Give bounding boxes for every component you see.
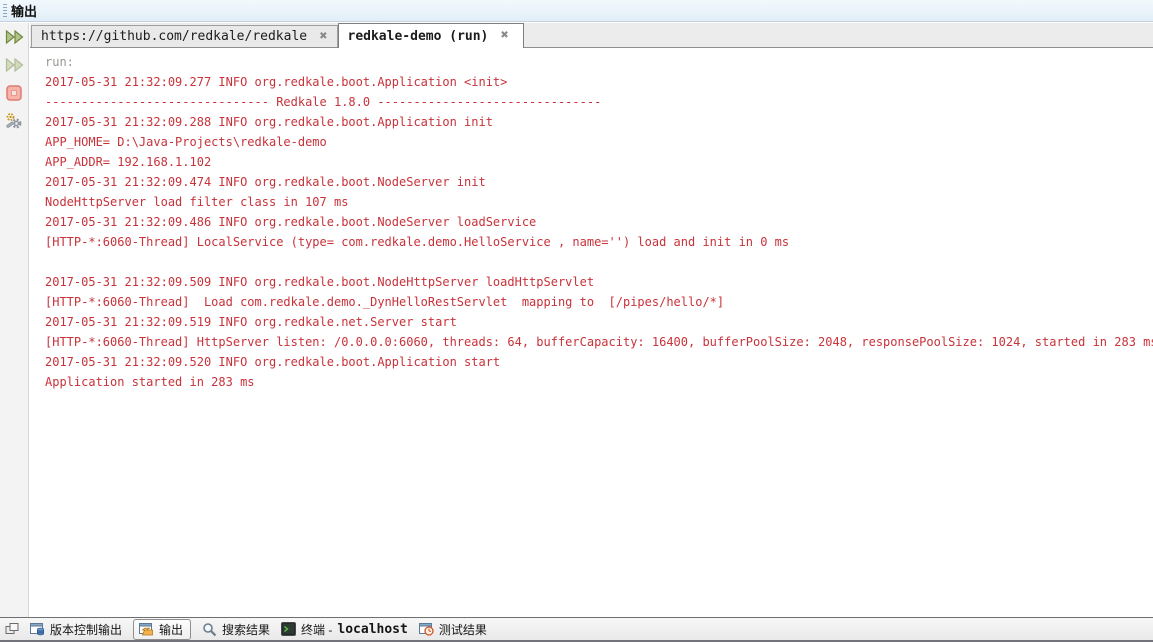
console-line (45, 252, 1153, 272)
console-line: APP_HOME= D:\Java-Projects\redkale-demo (45, 132, 1153, 152)
rerun-secondary-icon (5, 58, 24, 72)
view-test-results[interactable]: 测试结果 (419, 621, 487, 638)
console-line: NodeHttpServer load filter class in 107 … (45, 192, 1153, 212)
console-line: 2017-05-31 21:32:09.509 INFO org.redkale… (45, 272, 1153, 292)
console-line: 2017-05-31 21:32:09.520 INFO org.redkale… (45, 352, 1153, 372)
rerun-secondary-button[interactable] (3, 54, 25, 75)
view-label: 终端 - (301, 621, 332, 638)
rerun-icon (5, 30, 24, 44)
console-line: [HTTP-*:6060-Thread] LocalService (type=… (45, 232, 1153, 252)
bottom-view-bar: 版本控制输出 输出 搜索结果 (0, 617, 1153, 642)
tab-github-url[interactable]: https://github.com/redkale/redkale ✖ (31, 25, 338, 47)
rerun-button[interactable] (3, 26, 25, 47)
view-terminal-localhost[interactable]: 终端 - localhost (281, 621, 408, 638)
tab-row: https://github.com/redkale/redkale ✖ red… (30, 23, 1153, 48)
build-settings-icon (5, 112, 23, 130)
view-label: 搜索结果 (222, 621, 270, 638)
tab-label: redkale-demo (run) (348, 29, 489, 44)
console-line: ------------------------------- Redkale … (45, 92, 1153, 112)
view-output[interactable]: 输出 (133, 619, 191, 640)
console-line: 2017-05-31 21:32:09.486 INFO org.redkale… (45, 212, 1153, 232)
panel-title: 输出 (11, 1, 37, 20)
tab-area: https://github.com/redkale/redkale ✖ red… (30, 23, 1153, 617)
console: run:2017-05-31 21:32:09.277 INFO org.red… (30, 49, 1153, 617)
view-search-results[interactable]: 搜索结果 (202, 621, 270, 638)
view-label: 版本控制输出 (50, 621, 122, 638)
console-line: 2017-05-31 21:32:09.277 INFO org.redkale… (45, 72, 1153, 92)
console-line: 2017-05-31 21:32:09.519 INFO org.redkale… (45, 312, 1153, 332)
view-label: 输出 (159, 621, 183, 638)
console-line: run: (45, 52, 1153, 72)
output-toolbar (0, 23, 29, 617)
output-window-icon (139, 622, 154, 636)
float-window-icon[interactable] (5, 623, 19, 635)
view-label: 测试结果 (439, 621, 487, 638)
terminal-icon (281, 622, 296, 636)
output-window: 输出 (0, 0, 1153, 642)
version-control-output-icon (30, 622, 45, 636)
output-main: https://github.com/redkale/redkale ✖ red… (0, 23, 1153, 617)
console-line: 2017-05-31 21:32:09.474 INFO org.redkale… (45, 172, 1153, 192)
build-settings-button[interactable] (3, 110, 25, 131)
test-results-icon (419, 622, 434, 636)
drag-grip[interactable] (3, 4, 7, 18)
search-icon (202, 622, 217, 637)
tab-label: https://github.com/redkale/redkale (41, 29, 307, 44)
view-version-control-output[interactable]: 版本控制输出 (30, 621, 122, 638)
console-line: 2017-05-31 21:32:09.288 INFO org.redkale… (45, 112, 1153, 132)
stop-icon (6, 85, 22, 101)
console-line: [HTTP-*:6060-Thread] HttpServer listen: … (45, 332, 1153, 352)
stop-button[interactable] (3, 82, 25, 103)
tab-close-icon[interactable]: ✖ (500, 31, 508, 41)
tab-close-icon[interactable]: ✖ (319, 32, 327, 42)
console-line: APP_ADDR= 192.168.1.102 (45, 152, 1153, 172)
console-line: Application started in 283 ms (45, 372, 1153, 392)
tab-redkale-demo-run[interactable]: redkale-demo (run) ✖ (338, 23, 524, 48)
panel-titlebar: 输出 (0, 0, 1153, 22)
console-line: [HTTP-*:6060-Thread] Load com.redkale.de… (45, 292, 1153, 312)
terminal-host-label: localhost (337, 622, 407, 637)
